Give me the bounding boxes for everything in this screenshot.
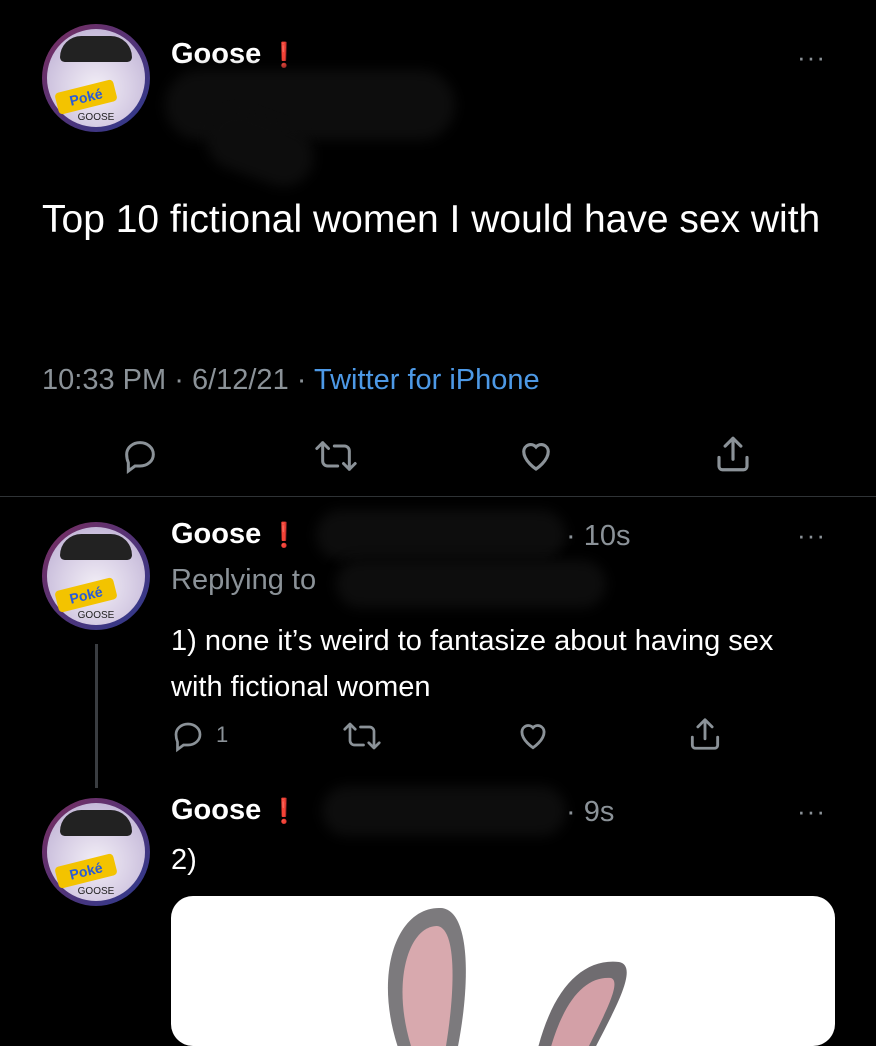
verified-mark: ❗ (269, 42, 300, 69)
more-options-icon[interactable]: ··· (797, 42, 826, 73)
avatar-subtext: GOOSE (77, 886, 115, 897)
retweet-icon[interactable] (312, 436, 360, 476)
tweet-source-link[interactable]: Twitter for iPhone (314, 364, 540, 396)
reply-timestamp: · 10s (566, 520, 631, 552)
display-name[interactable]: Goose (171, 38, 261, 70)
tweet-meta: 10:33 PM · 6/12/21 · Twitter for iPhone (42, 364, 540, 397)
reply-count: 1 (216, 722, 229, 747)
avatar[interactable]: Poké GOOSE (42, 24, 150, 132)
like-icon[interactable] (514, 434, 558, 476)
verified-mark: ❗ (269, 798, 300, 825)
avatar[interactable]: Poké GOOSE (42, 798, 150, 906)
reply-icon[interactable] (170, 718, 206, 754)
avatar-subtext: GOOSE (77, 610, 115, 621)
reply-text: 1) none it’s weird to fantasize about ha… (171, 625, 774, 703)
more-options-icon[interactable]: ··· (797, 796, 826, 827)
more-options-icon[interactable]: ··· (797, 520, 826, 551)
share-icon[interactable] (686, 714, 724, 754)
display-name[interactable]: Goose (171, 794, 261, 826)
reply-timestamp: · 9s (566, 796, 615, 828)
reply-text: 2) (171, 844, 197, 876)
thread-connector (95, 644, 98, 788)
tweet-date: 6/12/21 (191, 364, 289, 396)
avatar-cap (60, 810, 132, 836)
separator: · (174, 364, 184, 396)
avatar-cap (60, 534, 132, 560)
like-icon[interactable] (514, 716, 552, 754)
tweet-time: 10:33 PM (42, 364, 167, 396)
redacted-handle (316, 510, 566, 560)
display-name[interactable]: Goose (171, 518, 261, 550)
divider (0, 496, 876, 497)
verified-mark: ❗ (269, 522, 300, 549)
redacted-reply-handle (336, 560, 606, 608)
replying-to-label: Replying to (171, 564, 317, 596)
redacted-handle (322, 786, 566, 836)
avatar-subtext: GOOSE (77, 112, 115, 123)
separator: · (296, 364, 307, 396)
tweet-text: Top 10 fictional women I would have sex … (42, 198, 821, 241)
retweet-icon[interactable] (340, 718, 384, 754)
share-icon[interactable] (712, 432, 754, 476)
avatar[interactable]: Poké GOOSE (42, 522, 150, 630)
reply-icon[interactable] (120, 436, 160, 476)
avatar-cap (60, 36, 132, 62)
